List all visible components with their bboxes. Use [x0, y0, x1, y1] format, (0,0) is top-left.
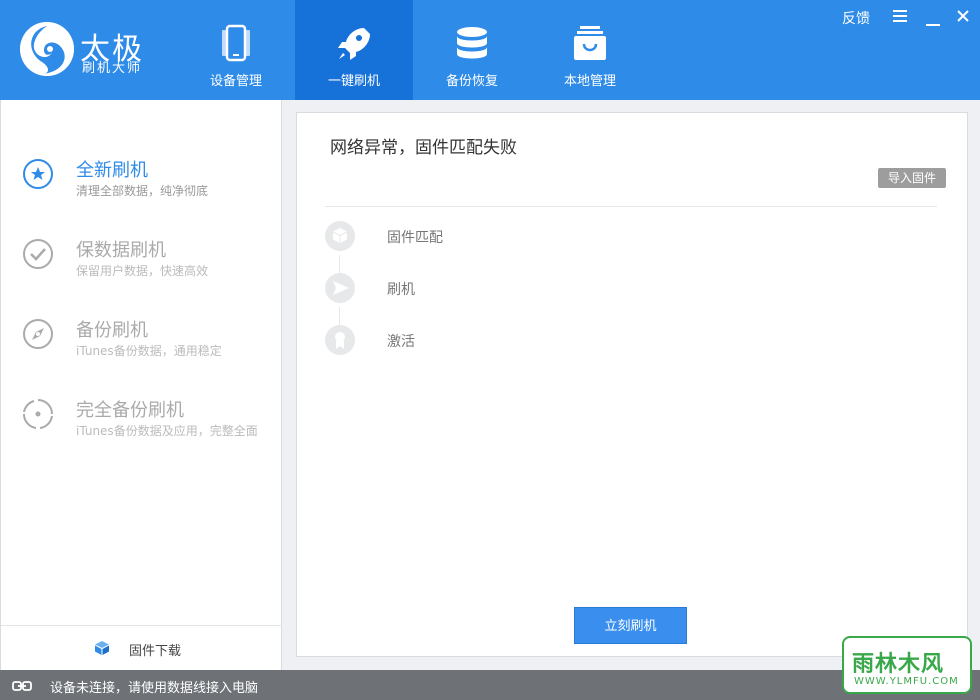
tab-local-management[interactable]: 本地管理: [531, 0, 649, 100]
tab-label: 一键刷机: [327, 74, 380, 89]
tab-label: 备份恢复: [445, 74, 498, 89]
taiji-logo-icon: [20, 22, 74, 76]
close-icon[interactable]: [957, 10, 969, 26]
mode-title: 保数据刷机: [76, 240, 166, 261]
divider: [325, 206, 937, 207]
tab-one-click-flash[interactable]: 一键刷机: [295, 0, 413, 100]
connection-status-text: 设备未连接，请使用数据线接入电脑: [50, 681, 259, 696]
flash-mode-sidebar: 全新刷机 清理全部数据，纯净彻底 保数据刷机 保留用户数据，快速高效 备份刷机 …: [0, 100, 282, 670]
menu-icon[interactable]: [893, 10, 907, 26]
mode-item-fresh-flash[interactable]: 全新刷机 清理全部数据，纯净彻底: [1, 148, 283, 228]
status-bar: 设备未连接，请使用数据线接入电脑: [0, 670, 980, 700]
import-firmware-button[interactable]: 导入固件: [878, 168, 946, 188]
phone-icon: [216, 24, 256, 64]
watermark-url: WWW.YLMFU.COM: [854, 676, 959, 687]
mode-title: 全新刷机: [76, 160, 148, 181]
app-subtitle: 刷机大师: [82, 61, 143, 76]
step-label: 激活: [387, 334, 415, 350]
tab-device-management[interactable]: 设备管理: [177, 0, 295, 100]
error-title: 网络异常，固件匹配失败: [330, 138, 517, 158]
star-circle-icon: [22, 158, 54, 190]
mode-subtitle: 清理全部数据，纯净彻底: [76, 184, 209, 198]
connection-icon: [12, 678, 32, 697]
flash-main-panel: 网络异常，固件匹配失败 导入固件 固件匹配 刷机 激活 立刻刷机: [296, 112, 968, 657]
tab-label: 设备管理: [209, 74, 262, 89]
tab-backup-restore[interactable]: 备份恢复: [413, 0, 531, 100]
firmware-download-button[interactable]: 固件下载: [1, 625, 282, 670]
firmware-download-label: 固件下载: [129, 644, 182, 659]
app-logo: 太极 刷机大师: [20, 22, 160, 82]
mode-title: 备份刷机: [76, 320, 148, 341]
mode-subtitle: iTunes备份数据，通用稳定: [76, 344, 222, 358]
step-label: 刷机: [387, 282, 415, 298]
watermark-title: 雨林木风: [852, 652, 945, 677]
minimize-icon[interactable]: [926, 15, 940, 31]
mode-subtitle: 保留用户数据，快速高效: [76, 264, 209, 278]
top-header: 太极 刷机大师 设备管理 一键刷机 备份恢复 本地管理 反馈: [0, 0, 980, 100]
refresh-circle-icon: [22, 398, 54, 430]
step-label: 固件匹配: [387, 230, 443, 246]
step-firmware-match: 固件匹配: [325, 221, 625, 253]
tab-label: 本地管理: [563, 74, 616, 89]
box-icon: [325, 221, 355, 251]
send-icon: [325, 273, 355, 303]
watermark-logo: 雨林木风 WWW.YLMFU.COM: [842, 636, 972, 694]
check-circle-icon: [22, 238, 54, 270]
cube-icon: [94, 640, 110, 660]
rocket-icon: [334, 24, 374, 64]
badge-icon: [325, 325, 355, 355]
shopping-bag-icon: [570, 24, 610, 64]
step-flash: 刷机: [325, 273, 625, 305]
flash-now-button[interactable]: 立刻刷机: [574, 607, 687, 644]
mode-title: 完全备份刷机: [76, 400, 184, 421]
feedback-button[interactable]: 反馈: [842, 8, 870, 28]
mode-item-keep-data-flash[interactable]: 保数据刷机 保留用户数据，快速高效: [1, 228, 283, 308]
mode-item-full-backup-flash[interactable]: 完全备份刷机 iTunes备份数据及应用，完整全面: [1, 388, 283, 468]
mode-subtitle: iTunes备份数据及应用，完整全面: [76, 424, 258, 438]
step-activate: 激活: [325, 325, 625, 357]
mode-item-backup-flash[interactable]: 备份刷机 iTunes备份数据，通用稳定: [1, 308, 283, 388]
compass-icon: [22, 318, 54, 350]
database-icon: [452, 24, 492, 64]
